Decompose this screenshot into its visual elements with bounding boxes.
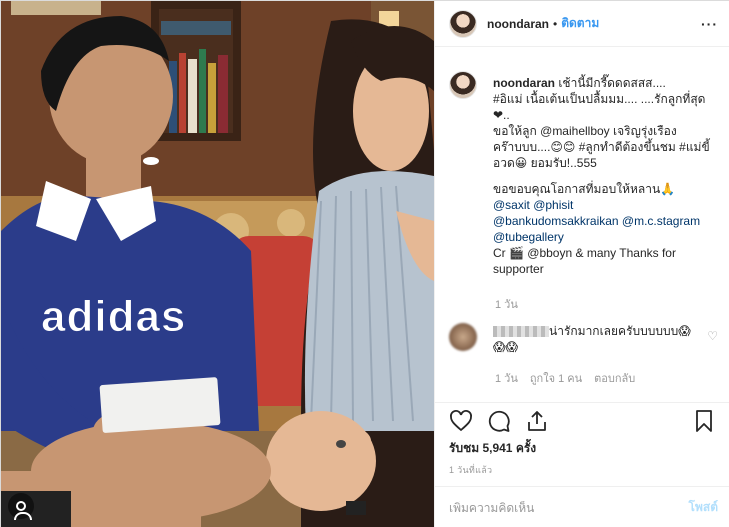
view-count[interactable]: รับชม 5,941 ครั้ง <box>449 439 536 458</box>
header-username[interactable]: noondaran <box>487 17 549 31</box>
comments-list[interactable]: noondaran เช้านี้มีกรี๊ดดดสสส.... #อิแม่… <box>435 63 729 398</box>
share-icon[interactable] <box>525 409 549 433</box>
post-header: noondaran • ติดตาม ··· <box>435 1 729 47</box>
avatar[interactable] <box>449 71 477 99</box>
comment-text: น่ารักมากเลยครับบบบบบ😱😱😱 <box>493 323 693 355</box>
reply-button[interactable]: ตอบกลับ <box>594 369 635 387</box>
comment-meta: 1 วัน ถูกใจ 1 คน ตอบกลับ <box>495 369 718 387</box>
caption-username[interactable]: noondaran <box>493 76 555 90</box>
avatar[interactable] <box>449 323 477 351</box>
caption-timestamp[interactable]: 1 วัน <box>495 295 718 313</box>
caption-mention-line[interactable]: @bankudomsakkraikan @m.c.stagram <box>493 213 713 229</box>
follow-button[interactable]: ติดตาม <box>561 14 599 33</box>
caption-line: Cr 🎬 @bboyn & many Thanks for supporter <box>493 246 676 276</box>
photo-illustration: adidas <box>1 1 434 527</box>
post-timestamp[interactable]: 1 วันที่แล้ว <box>449 463 492 477</box>
caption-mention-line[interactable]: @saxit @phisit <box>493 197 713 213</box>
comment-input[interactable] <box>449 500 689 515</box>
comment-likes-count[interactable]: ถูกใจ 1 คน <box>530 369 582 387</box>
caption-line: #อิแม่ เนื้อเต้นเป็นปลื้มมม.... ....รักล… <box>493 92 706 122</box>
caption-line <box>493 171 713 181</box>
avatar[interactable] <box>449 9 477 38</box>
list-item: น่ารักมากเลยครับบบบบบ😱😱😱 ♡ <box>449 323 718 355</box>
blurred-username[interactable] <box>493 326 549 338</box>
caption-line: ขอให้ลูก @maihellboy เจริญรุ่งเรืองคร๊าบ… <box>493 124 710 170</box>
caption-mention-line[interactable]: @tubegallery <box>493 229 713 245</box>
add-comment-bar: โพสต์ <box>435 486 729 527</box>
tagged-people-icon[interactable] <box>8 493 34 520</box>
post-photo[interactable]: adidas <box>1 1 434 527</box>
comment-timestamp[interactable]: 1 วัน <box>495 369 518 387</box>
comment-like-icon[interactable]: ♡ <box>707 329 718 355</box>
heart-icon[interactable] <box>449 409 473 433</box>
header-separator: • <box>553 16 558 31</box>
caption-line: ขอขอบคุณโอกาสที่มอบให้หลาน🙏 <box>493 182 676 196</box>
post-side-panel: noondaran • ติดตาม ··· noondaran เช้านี้… <box>434 1 729 527</box>
comment-icon[interactable] <box>487 409 511 433</box>
caption-line: เช้านี้มีกรี๊ดดดสสส.... <box>555 76 666 90</box>
shirt-brand-text: adidas <box>41 292 186 341</box>
caption-comment: noondaran เช้านี้มีกรี๊ดดดสสส.... #อิแม่… <box>449 63 718 277</box>
post-actions <box>435 402 729 438</box>
post-button[interactable]: โพสต์ <box>689 498 718 517</box>
caption-text: noondaran เช้านี้มีกรี๊ดดดสสส.... #อิแม่… <box>493 75 713 277</box>
bookmark-icon[interactable] <box>692 409 716 433</box>
more-options-icon[interactable]: ··· <box>701 16 718 32</box>
instagram-post-window: adidas noondaran • ติดตาม ··· noondaran … <box>0 0 729 527</box>
